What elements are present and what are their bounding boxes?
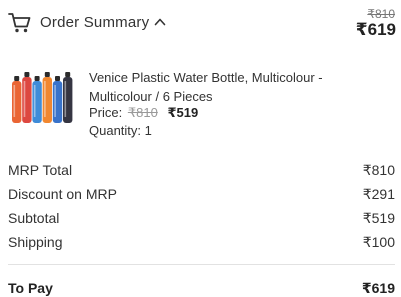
- order-summary-header[interactable]: Order Summary ₹810 ₹619: [0, 0, 401, 50]
- summary-value: ₹291: [362, 186, 395, 202]
- product-name: Venice Plastic Water Bottle, Multicolour…: [89, 70, 323, 104]
- summary-value: ₹519: [362, 210, 395, 226]
- product-price-row: Price: ₹810 ₹519: [89, 105, 198, 121]
- product-quantity: Quantity: 1: [89, 123, 152, 138]
- summary-label: MRP Total: [8, 162, 73, 178]
- price-breakdown: MRP Total ₹810 Discount on MRP ₹291 Subt…: [8, 158, 395, 254]
- product-mrp-price: ₹810: [127, 105, 158, 120]
- order-summary-title: Order Summary: [40, 14, 150, 31]
- to-pay-label: To Pay: [8, 280, 53, 296]
- price-label: Price:: [89, 105, 123, 120]
- bottle-shape: [32, 76, 42, 123]
- bottle-shape: [52, 76, 63, 123]
- summary-row-shipping: Shipping ₹100: [8, 230, 395, 254]
- summary-row-mrp-total: MRP Total ₹810: [8, 158, 395, 182]
- summary-row-subtotal: Subtotal ₹519: [8, 206, 395, 230]
- summary-label: Shipping: [8, 234, 63, 250]
- product-sale-price: ₹519: [167, 105, 199, 120]
- summary-divider: [8, 264, 395, 265]
- bottle-shape: [12, 76, 22, 123]
- summary-label: Subtotal: [8, 210, 60, 226]
- summary-value: ₹100: [362, 234, 395, 250]
- header-total-price: ₹619: [355, 20, 396, 39]
- to-pay-value: ₹619: [361, 280, 395, 296]
- bottle-shape: [63, 72, 73, 123]
- shopping-cart-icon: [8, 13, 31, 33]
- summary-row-discount: Discount on MRP ₹291: [8, 182, 395, 206]
- product-image: [12, 72, 73, 123]
- header-mrp-price: ₹810: [367, 7, 395, 21]
- bottle-shape: [42, 72, 52, 123]
- cart-item: Venice Plastic Water Bottle, Multicolour…: [0, 62, 401, 142]
- summary-value: ₹810: [362, 162, 395, 178]
- summary-label: Discount on MRP: [8, 186, 117, 202]
- bottle-shape: [22, 72, 32, 123]
- chevron-up-icon[interactable]: [154, 17, 166, 26]
